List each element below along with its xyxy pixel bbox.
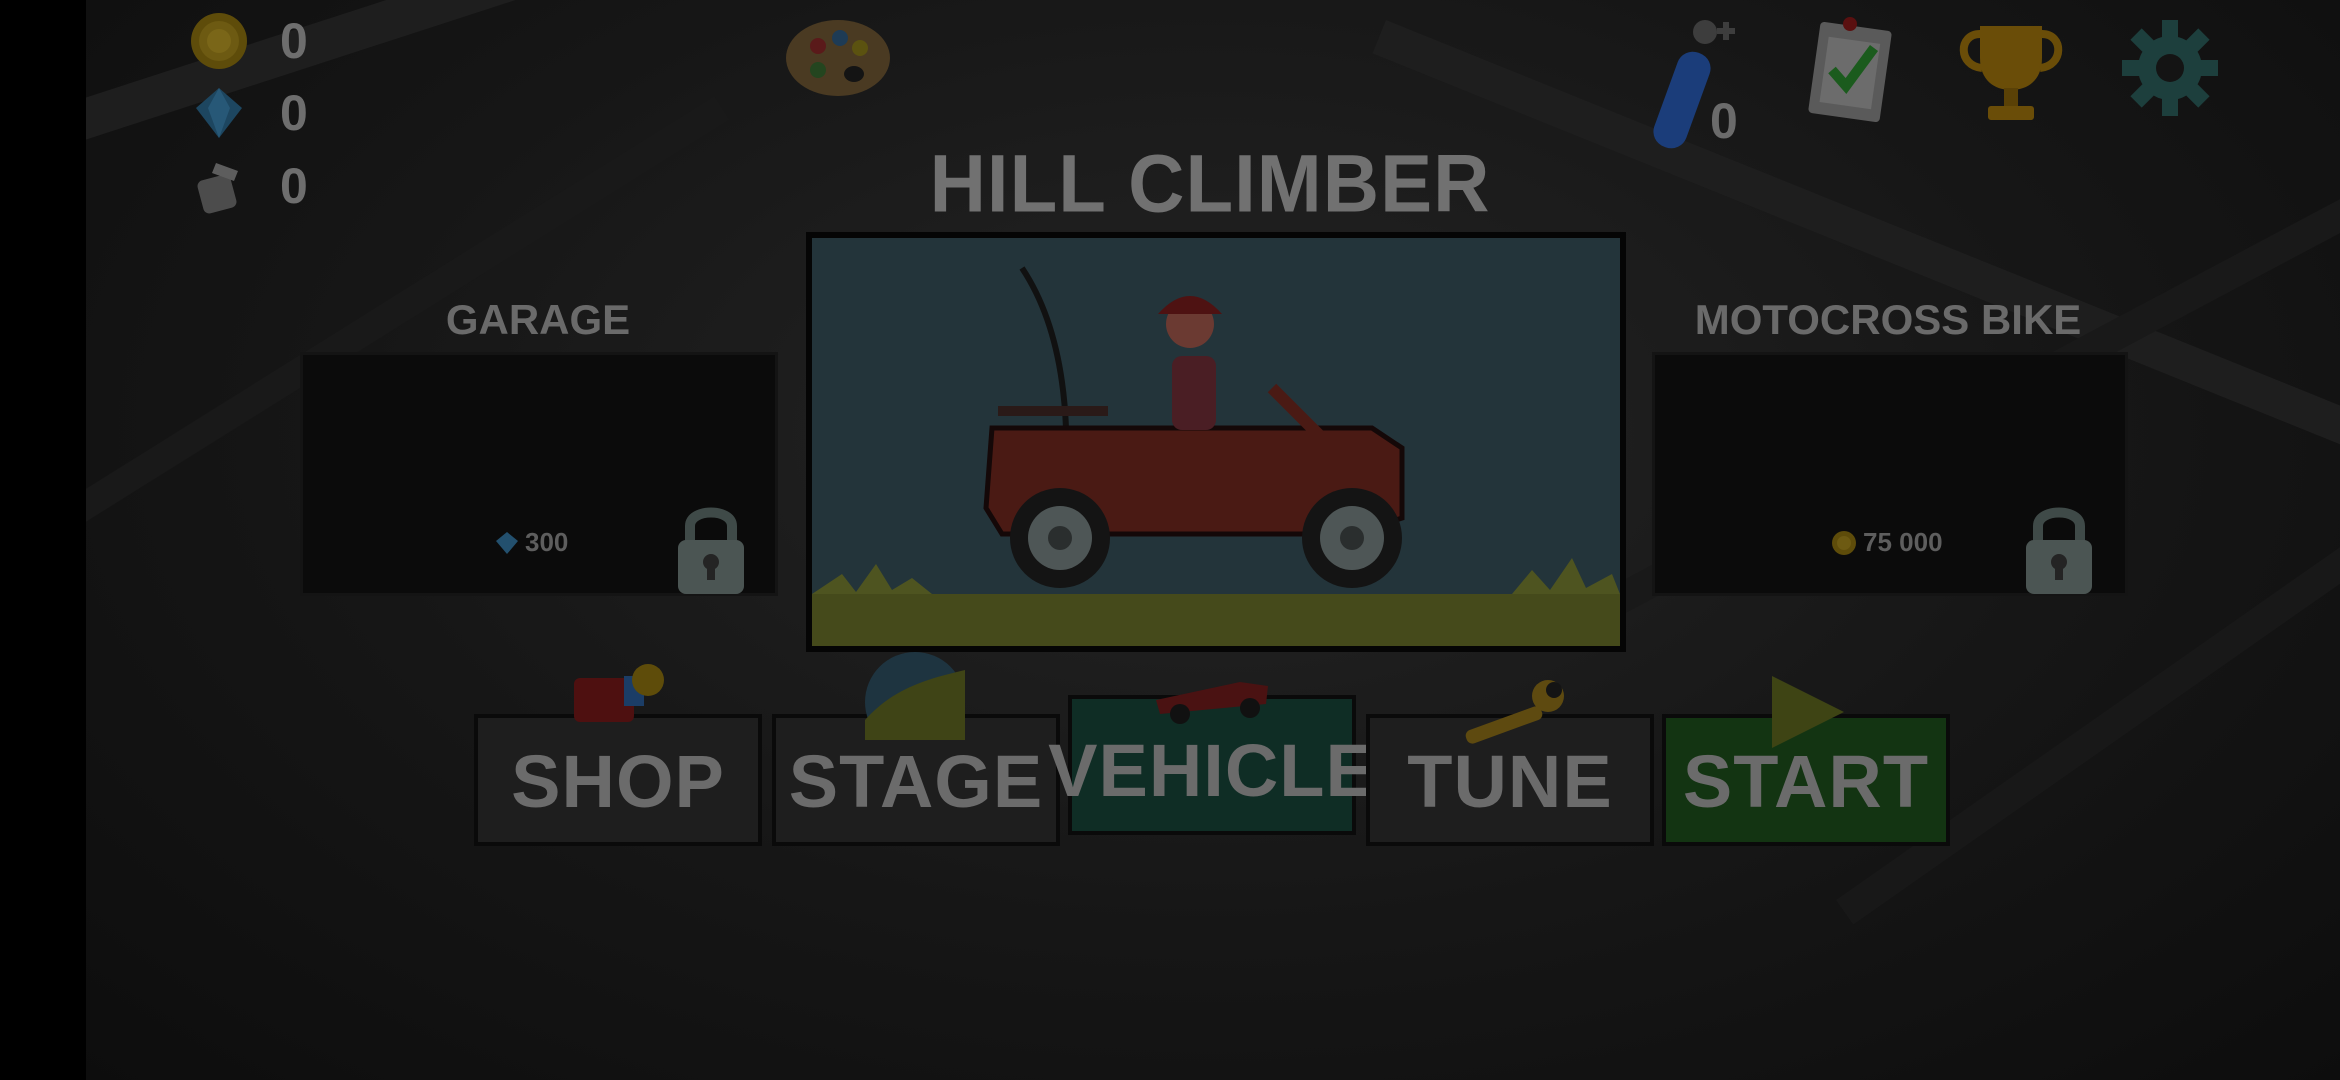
paint-palette-button[interactable]: [778, 12, 898, 104]
garage-price: 300: [495, 527, 568, 558]
coin-counter: 0: [188, 10, 608, 72]
gear-icon: [2122, 20, 2218, 116]
motocross-price-value: 75 000: [1863, 527, 1943, 557]
diamond-counter: 0: [188, 82, 608, 144]
fuel-counter: 0: [188, 155, 608, 217]
garage-price-value: 300: [525, 527, 569, 557]
play-icon: [1768, 674, 1848, 755]
diamond-count: 0: [280, 85, 308, 141]
lock-icon: [2020, 500, 2098, 596]
fuel-booster-count: 0: [1710, 93, 1738, 149]
shop-icon: [570, 660, 670, 737]
lock-icon: [672, 500, 750, 596]
stage-label: STAGE: [788, 740, 1044, 823]
game-title: HILL CLIMBER: [929, 136, 1491, 230]
garage-label: GARAGE: [445, 296, 631, 343]
diamond-icon: [496, 531, 518, 554]
fuel-booster-button[interactable]: 0: [1628, 10, 1768, 160]
coin-icon: [188, 10, 250, 72]
settings-button[interactable]: [2120, 18, 2220, 118]
vehicle-label: VEHICLE: [1048, 729, 1376, 812]
tune-label: TUNE: [1407, 740, 1613, 823]
fuel-can-icon: [188, 155, 250, 217]
coin-count: 0: [280, 13, 308, 69]
paint-palette-icon: [786, 20, 890, 96]
checklist-icon: [1808, 17, 1892, 123]
motocross-label: MOTOCROSS BIKE: [1694, 296, 2082, 343]
stage-icon: [862, 650, 968, 752]
vehicle-preview: [806, 232, 1626, 652]
shop-label: SHOP: [511, 740, 725, 823]
wrench-icon: [1458, 676, 1568, 751]
motocross-price: 75 000: [1831, 527, 1943, 558]
coin-icon: [1832, 530, 1856, 555]
vehicle-icon: [1150, 670, 1274, 731]
jeep-illustration: [812, 238, 1620, 646]
missions-button[interactable]: [1800, 14, 1900, 126]
diamond-icon: [188, 82, 250, 144]
screen-edge: [0, 0, 86, 1080]
fuel-count: 0: [280, 158, 308, 214]
trophy-icon: [1959, 26, 2063, 120]
achievements-button[interactable]: [1950, 18, 2072, 126]
